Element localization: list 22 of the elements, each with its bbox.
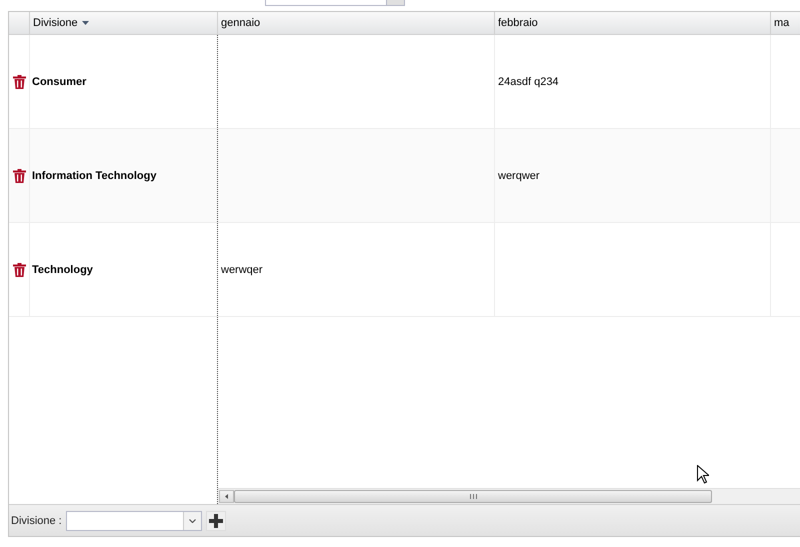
add-button[interactable] bbox=[206, 510, 226, 530]
table-cell: werwqer bbox=[221, 264, 263, 276]
scroll-thumb[interactable] bbox=[234, 490, 712, 503]
table-cell: Consumer bbox=[32, 76, 86, 88]
sort-arrow-icon bbox=[82, 21, 89, 25]
scroll-left-icon[interactable] bbox=[219, 490, 234, 503]
trash-icon[interactable] bbox=[12, 168, 26, 182]
plus-icon bbox=[208, 514, 223, 528]
table-cell: Information Technology bbox=[32, 170, 156, 182]
column-header[interactable]: Divisione bbox=[30, 12, 218, 34]
trash-icon[interactable] bbox=[12, 262, 26, 276]
table-cell: werqwer bbox=[498, 170, 540, 182]
column-header[interactable]: ma bbox=[771, 12, 800, 34]
horizontal-scrollbar[interactable] bbox=[218, 488, 800, 504]
column-header[interactable]: febbraio bbox=[495, 12, 771, 34]
chevron-down-icon[interactable] bbox=[188, 518, 196, 522]
table-cell: 24asdf q234 bbox=[498, 76, 559, 88]
field-label: Divisione : bbox=[11, 514, 62, 526]
cursor-icon bbox=[697, 465, 709, 484]
column-header[interactable]: gennaio bbox=[218, 12, 495, 34]
table-cell: Technology bbox=[32, 264, 93, 276]
trash-icon[interactable] bbox=[12, 74, 26, 88]
